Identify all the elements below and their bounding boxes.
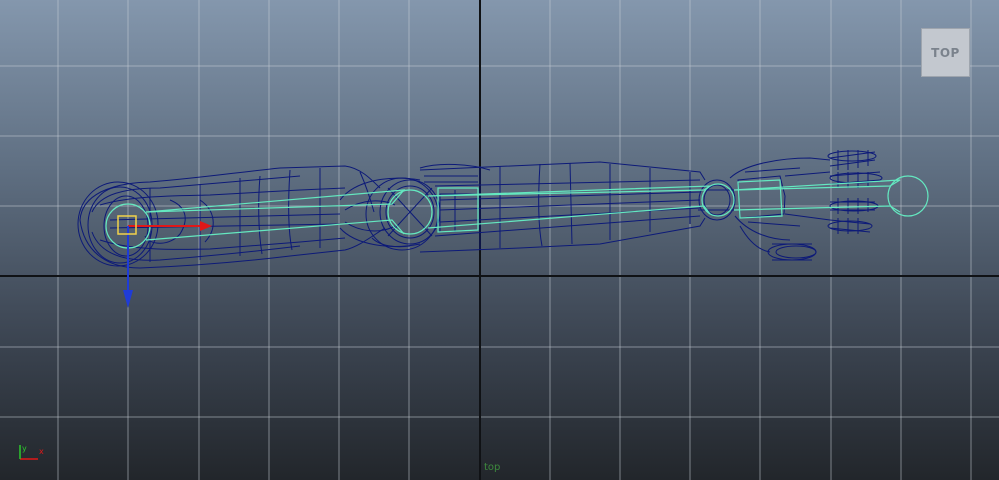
- axis-orientation-indicator: x y: [19, 444, 44, 460]
- manipulator-x-arrow: [200, 221, 212, 231]
- top-viewport[interactable]: TOP top x y: [0, 0, 999, 480]
- manipulator-z-arrow: [123, 290, 133, 308]
- view-cube[interactable]: TOP: [921, 28, 970, 77]
- axis-x-label: x: [39, 447, 44, 456]
- upper-arm-bone: [145, 189, 406, 213]
- axis-y-label: y: [22, 444, 27, 453]
- hand-end-joint: [887, 175, 929, 217]
- arm-skeleton[interactable]: [105, 175, 929, 249]
- camera-name-label: top: [484, 462, 501, 473]
- move-manipulator[interactable]: [117, 215, 212, 308]
- view-cube-label: TOP: [931, 45, 960, 60]
- viewport-scene[interactable]: [0, 0, 999, 480]
